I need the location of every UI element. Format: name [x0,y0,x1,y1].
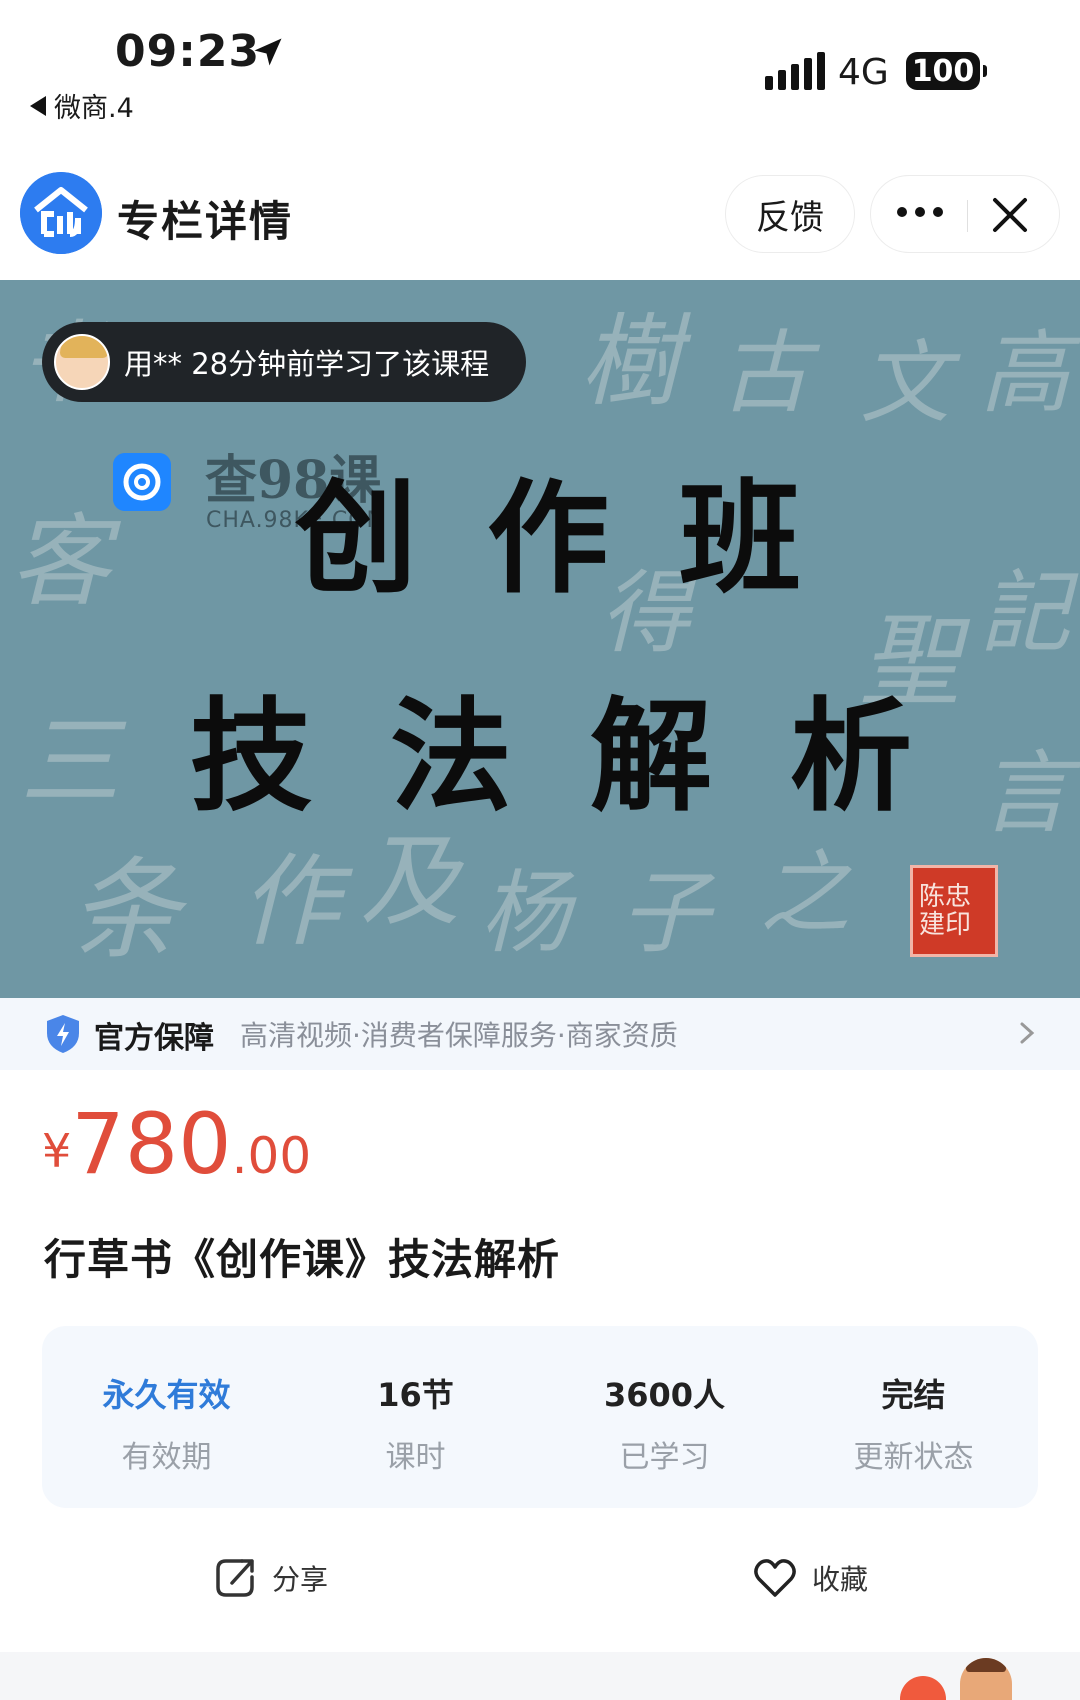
calligraphy-bg: 言 [980,741,1070,846]
shield-icon [47,1015,79,1053]
guarantee-description: 高清视频·消费者保障服务·商家资质 [240,1019,678,1052]
avatar [54,334,110,390]
price-decimal: .00 [231,1127,312,1185]
stat-label: 更新状态 [853,1440,974,1475]
status-time: 09:23 [115,26,261,77]
calligraphy-bg: 作 [240,843,340,960]
signal-icon [765,52,825,90]
mini-program-header: 专栏详情 反馈 [0,150,1080,280]
floating-avatar[interactable] [960,1658,1012,1700]
menu-capsule [870,175,1060,253]
price-integer: 780 [71,1095,232,1193]
stat-lessons: 16节 课时 [291,1326,540,1508]
location-arrow-icon [254,38,282,66]
calligraphy-bg: 文 [860,331,950,436]
stat-value: 3600人 [603,1376,726,1414]
feedback-button[interactable]: 反馈 [725,175,855,253]
calligraphy-bg: 記 [980,561,1070,666]
favorite-label: 收藏 [812,1563,869,1596]
stat-learners: 3600人 已学习 [540,1326,789,1508]
heart-icon [754,1559,796,1597]
back-triangle-icon [30,95,46,116]
stat-validity: 永久有效 有效期 [42,1326,291,1508]
stat-update-status: 完结 更新状态 [789,1326,1038,1508]
page-title: 专栏详情 [117,197,294,246]
calligraphy-bg: 三 [20,703,120,820]
stat-value: 完结 [881,1376,946,1414]
favorite-button[interactable]: 收藏 [752,1555,868,1601]
chevron-right-icon [1020,1022,1035,1044]
stat-label: 课时 [385,1440,446,1475]
calligraphy-bg: 樹 [580,303,680,420]
share-button[interactable]: 分享 [212,1555,328,1601]
app-logo-icon [20,172,102,254]
price-currency: ¥ [42,1124,72,1178]
back-to-app-link[interactable]: 微商.4 [30,86,134,125]
capsule-divider [967,200,968,232]
close-icon[interactable] [989,194,1031,236]
course-price: ¥780.00 [42,1095,311,1193]
back-app-label: 微商.4 [54,93,134,124]
battery-icon: 100 [906,52,987,90]
calligraphy-bg: 之 [760,841,850,946]
more-icon[interactable] [897,207,943,217]
calligraphy-bg: 子 [620,861,710,966]
guarantee-title: 官方保障 [94,1021,214,1056]
calligraphy-bg: 高 [980,321,1070,426]
cover-title-line2: 技法解析 [190,686,990,828]
course-cover-banner[interactable]: 书 樹 古 文 高 客 三 条 作 及 杨 子 之 聖 記 言 得 用** 28… [0,280,1080,998]
recent-learner-pill: 用** 28分钟前学习了该课程 [42,322,526,402]
cover-title-line1: 创作班 [295,468,871,610]
recent-learner-text: 用** 28分钟前学习了该课程 [124,347,490,381]
calligraphy-bg: 条 [70,846,180,974]
red-seal-stamp: 陈忠建印 [910,865,998,957]
share-icon [216,1559,254,1597]
stat-label: 有效期 [121,1440,212,1475]
course-title: 行草书《创作课》技法解析 [44,1235,561,1284]
share-label: 分享 [272,1563,329,1596]
battery-level: 100 [911,53,975,89]
calligraphy-bg: 客 [10,503,110,620]
calligraphy-bg: 古 [720,321,810,426]
status-bar: 09:23 微商.4 4G 100 [0,0,1080,130]
official-guarantee-bar[interactable]: 官方保障 高清视频·消费者保障服务·商家资质 [0,998,1080,1070]
course-stats-card: 永久有效 有效期 16节 课时 3600人 已学习 完结 更新状态 [42,1326,1038,1508]
calligraphy-bg: 杨 [480,861,570,966]
stat-value: 16节 [377,1376,454,1414]
network-type: 4G [838,52,889,93]
stat-label: 已学习 [619,1440,710,1475]
watermark-logo-icon [113,453,171,511]
stat-value: 永久有效 [102,1376,231,1414]
